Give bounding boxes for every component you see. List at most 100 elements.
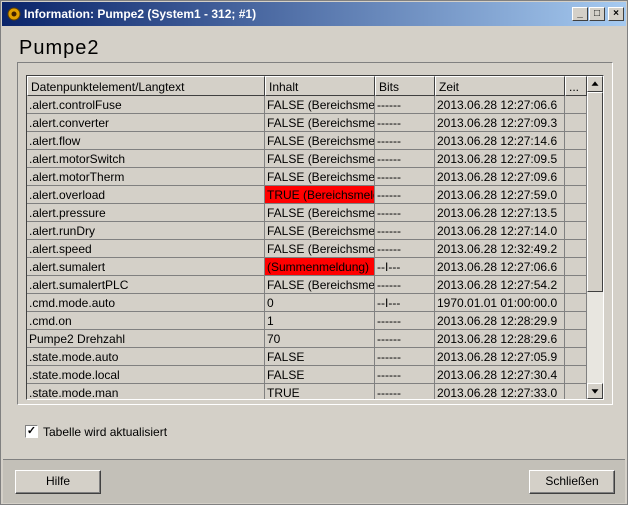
window-title: Information: Pumpe2 (System1 - 312; #1) — [24, 7, 257, 21]
cell-time: 2013.06.28 12:27:14.0 — [435, 222, 565, 240]
table-row[interactable]: .alert.sumalertPLCFALSE (Bereichsmeldung… — [27, 276, 587, 294]
cell-time: 2013.06.28 12:27:30.4 — [435, 366, 565, 384]
cell-content: FALSE (Bereichsmeldung) — [265, 96, 375, 114]
cell-element: .alert.motorTherm — [27, 168, 265, 186]
cell-time: 1970.01.01 01:00:00.0 — [435, 294, 565, 312]
table-row[interactable]: .alert.speedFALSE (Bereichsmeldung)-----… — [27, 240, 587, 258]
minimize-button[interactable]: _ — [572, 7, 588, 21]
scroll-down-icon[interactable] — [587, 383, 603, 399]
information-window: Information: Pumpe2 (System1 - 312; #1) … — [0, 0, 628, 505]
title-bar[interactable]: Information: Pumpe2 (System1 - 312; #1) … — [2, 2, 626, 26]
vertical-scrollbar[interactable] — [587, 76, 603, 399]
table-row[interactable]: .alert.motorThermFALSE (Bereichsmeldung)… — [27, 168, 587, 186]
cell-element: .alert.sumalertPLC — [27, 276, 265, 294]
cell-more — [565, 96, 587, 114]
cell-content: 1 — [265, 312, 375, 330]
cell-bits: ------ — [375, 114, 435, 132]
table-row[interactable]: .alert.controlFuseFALSE (Bereichsmeldung… — [27, 96, 587, 114]
cell-more — [565, 186, 587, 204]
column-header-bits[interactable]: Bits — [375, 76, 435, 96]
cell-bits: ------ — [375, 204, 435, 222]
cell-bits: ------ — [375, 276, 435, 294]
cell-content: (Summenmeldung) — [265, 258, 375, 276]
cell-more — [565, 348, 587, 366]
cell-more — [565, 384, 587, 399]
cell-time: 2013.06.28 12:27:06.6 — [435, 96, 565, 114]
cell-time: 2013.06.28 12:27:09.5 — [435, 150, 565, 168]
auto-update-checkbox[interactable]: ✓ — [25, 425, 38, 438]
cell-more — [565, 312, 587, 330]
help-button[interactable]: Hilfe — [15, 470, 101, 494]
cell-bits: ------ — [375, 240, 435, 258]
cell-time: 2013.06.28 12:27:06.6 — [435, 258, 565, 276]
table-row[interactable]: .cmd.on 1 ------ 2013.06.28 12:28:29.9 — [27, 312, 587, 330]
close-button[interactable]: Schließen — [529, 470, 615, 494]
cell-bits: ------ — [375, 312, 435, 330]
cell-time: 2013.06.28 12:27:14.6 — [435, 132, 565, 150]
table-row[interactable]: .alert.overloadTRUE (Bereichsmeldung)---… — [27, 186, 587, 204]
cell-more — [565, 168, 587, 186]
cell-element: .alert.flow — [27, 132, 265, 150]
table-row[interactable]: .alert.pressureFALSE (Bereichsmeldung)--… — [27, 204, 587, 222]
cell-bits: --I--- — [375, 294, 435, 312]
cell-element: .alert.runDry — [27, 222, 265, 240]
column-header-time[interactable]: Zeit — [435, 76, 565, 96]
cell-content: FALSE (Bereichsmeldung) — [265, 168, 375, 186]
cell-time: 2013.06.28 12:27:09.3 — [435, 114, 565, 132]
cell-element: .alert.sumalert — [27, 258, 265, 276]
cell-content: TRUE — [265, 384, 375, 399]
cell-element: .alert.converter — [27, 114, 265, 132]
scroll-up-icon[interactable] — [587, 76, 603, 92]
cell-bits: ------ — [375, 96, 435, 114]
scrollbar-thumb[interactable] — [587, 92, 603, 292]
cell-more — [565, 258, 587, 276]
cell-time: 2013.06.28 12:27:09.6 — [435, 168, 565, 186]
cell-bits: ------ — [375, 384, 435, 399]
cell-more — [565, 294, 587, 312]
cell-element: .alert.pressure — [27, 204, 265, 222]
cell-content: FALSE (Bereichsmeldung) — [265, 132, 375, 150]
cell-more — [565, 240, 587, 258]
cell-bits: --I--- — [375, 258, 435, 276]
cell-content: 0 — [265, 294, 375, 312]
cell-element: .cmd.on — [27, 312, 265, 330]
maximize-button[interactable]: □ — [589, 7, 605, 21]
table-row[interactable]: Pumpe2 Drehzahl 70 ------ 2013.06.28 12:28:… — [27, 330, 587, 348]
cell-more — [565, 150, 587, 168]
cell-time: 2013.06.28 12:27:13.5 — [435, 204, 565, 222]
column-header-element[interactable]: Datenpunktelement/Langtext — [27, 76, 265, 96]
table-row[interactable]: .alert.runDryFALSE (Bereichsmeldung)----… — [27, 222, 587, 240]
datapoint-table: Datenpunktelement/Langtext Inhalt Bits Z… — [27, 76, 587, 399]
cell-time: 2013.06.28 12:27:33.0 — [435, 384, 565, 399]
close-window-button[interactable]: × — [608, 7, 624, 21]
table-row[interactable]: .alert.flowFALSE (Bereichsmeldung)------… — [27, 132, 587, 150]
table-row[interactable]: .state.mode.man TRUE ------ 2013.06.28 12:2… — [27, 384, 587, 399]
cell-time: 2013.06.28 12:27:59.0 — [435, 186, 565, 204]
cell-content: FALSE — [265, 366, 375, 384]
cell-bits: ------ — [375, 366, 435, 384]
table-row[interactable]: .cmd.mode.auto 0 --I--- 1970.01.01 01:00:00… — [27, 294, 587, 312]
cell-element: Pumpe2 Drehzahl — [27, 330, 265, 348]
cell-content: FALSE — [265, 348, 375, 366]
cell-element: .state.mode.local — [27, 366, 265, 384]
table-panel: Datenpunktelement/Langtext Inhalt Bits Z… — [17, 62, 613, 405]
cell-more — [565, 330, 587, 348]
cell-element: .alert.motorSwitch — [27, 150, 265, 168]
cell-bits: ------ — [375, 222, 435, 240]
table-row[interactable]: .alert.converterFALSE (Bereichsmeldung)-… — [27, 114, 587, 132]
cell-bits: ------ — [375, 348, 435, 366]
cell-element: .state.mode.auto — [27, 348, 265, 366]
table-row[interactable]: .state.mode.auto FALSE ------ 2013.06.28 12… — [27, 348, 587, 366]
table-row[interactable]: .alert.motorSwitchFALSE (Bereichsmeldung… — [27, 150, 587, 168]
button-bar: Hilfe Schließen — [3, 459, 625, 503]
column-header-content[interactable]: Inhalt — [265, 76, 375, 96]
column-header-more[interactable]: ... — [565, 76, 587, 96]
cell-content: FALSE (Bereichsmeldung) — [265, 114, 375, 132]
auto-update-label: Tabelle wird aktualisiert — [43, 425, 168, 439]
table-row[interactable]: .alert.sumalert (Summenmeldung) --I--- 2013… — [27, 258, 587, 276]
cell-more — [565, 114, 587, 132]
cell-more — [565, 366, 587, 384]
table-row[interactable]: .state.mode.local FALSE ------ 2013.06.28 1… — [27, 366, 587, 384]
cell-element: .state.mode.man — [27, 384, 265, 399]
cell-bits: ------ — [375, 150, 435, 168]
